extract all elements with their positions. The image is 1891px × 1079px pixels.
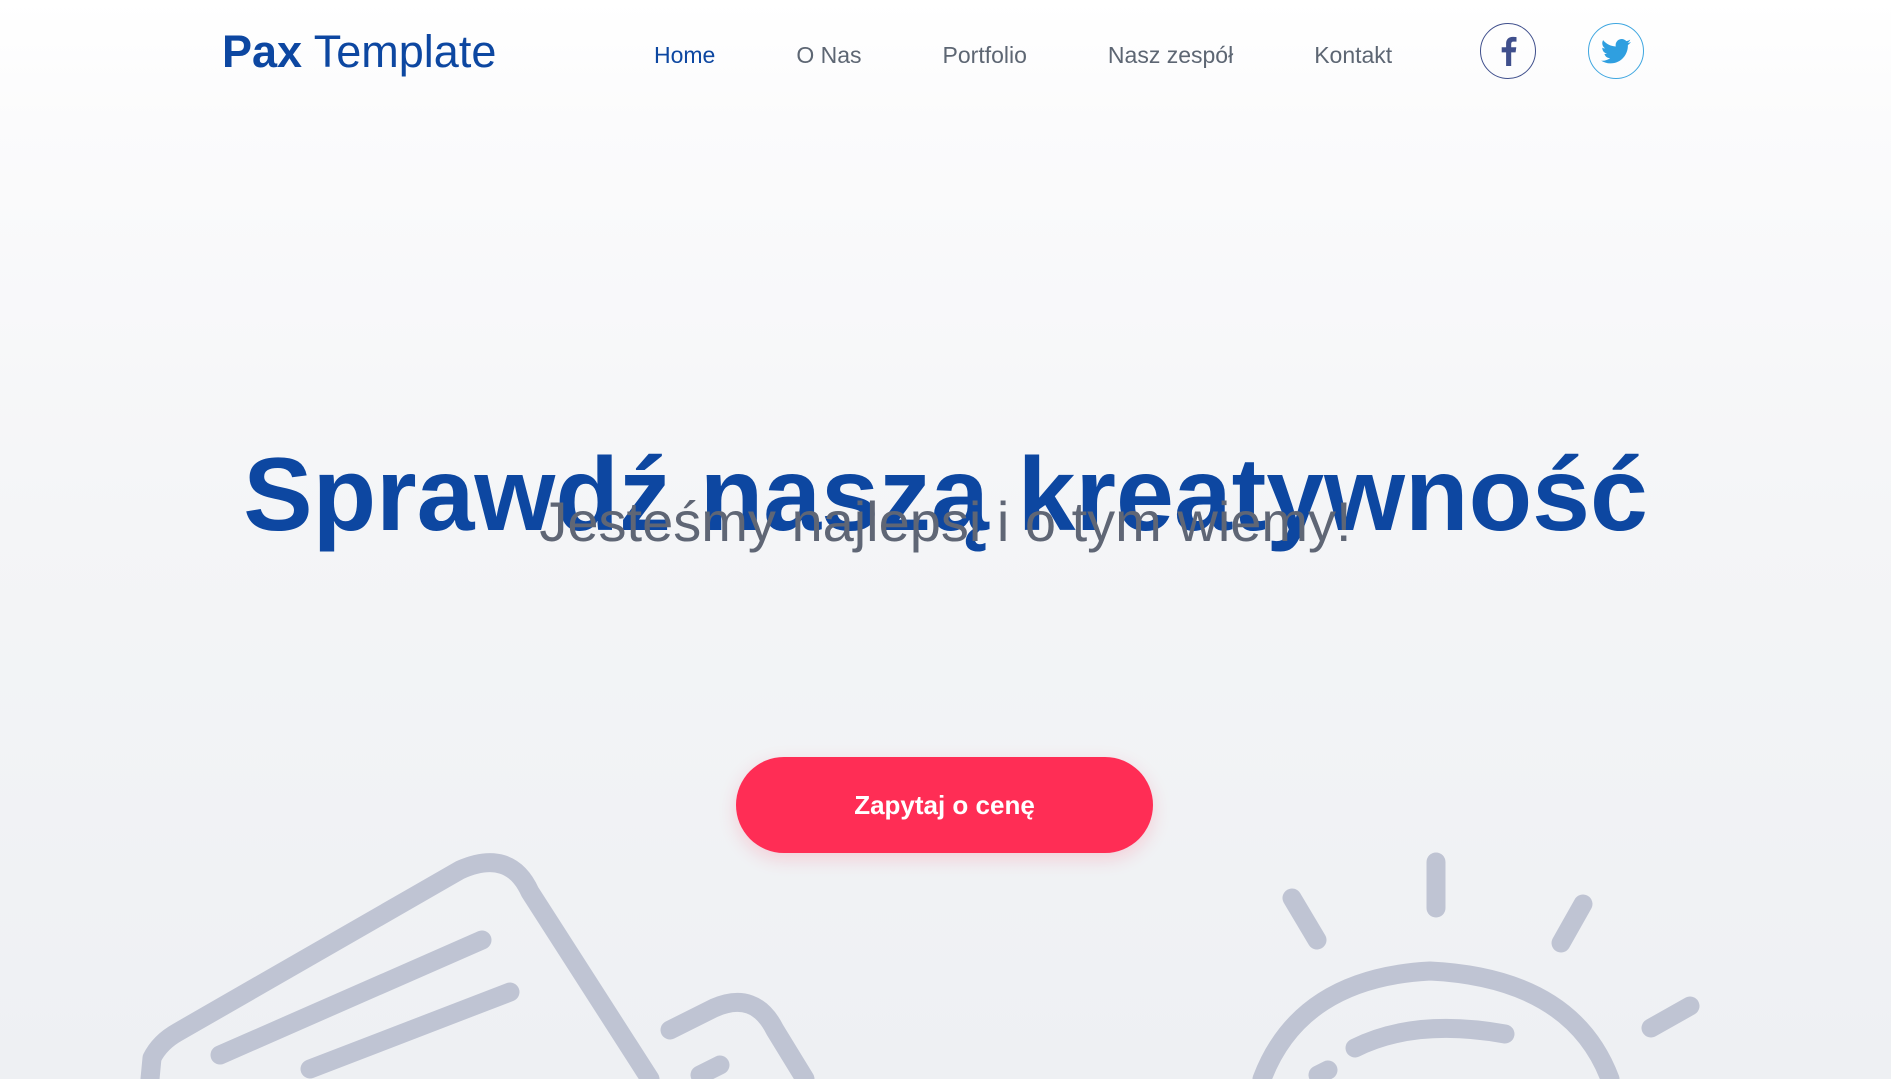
card-line-shape (210, 930, 492, 1065)
card-line-shape (300, 982, 520, 1079)
lightbulb-inner-shape (1345, 1018, 1515, 1058)
lightbulb-inner-shape (1308, 1060, 1338, 1079)
nav-item-portfolio[interactable]: Portfolio (943, 38, 1027, 72)
small-card-shape (660, 992, 815, 1079)
bulb-ray-shape (1641, 996, 1700, 1038)
facebook-button[interactable] (1480, 23, 1536, 79)
hero-subtitle: Jesteśmy najlepsi i o tym wiemy! (539, 490, 1352, 553)
nav-item-kontakt[interactable]: Kontakt (1314, 38, 1392, 72)
main-nav: Home O Nas Portfolio Nasz zespół Kontakt (654, 38, 1392, 72)
card-outline-shape (140, 853, 660, 1079)
nav-item-home[interactable]: Home (654, 38, 715, 72)
bulb-ray-shape (1551, 894, 1593, 953)
site-logo[interactable]: Pax Template (222, 26, 496, 78)
site-header: Pax Template Home O Nas Portfolio Nasz z… (0, 0, 1891, 105)
twitter-icon (1601, 38, 1631, 63)
small-card-line-shape (690, 1055, 730, 1079)
nav-item-nasz-zespol[interactable]: Nasz zespół (1108, 38, 1233, 72)
nav-item-o-nas[interactable]: O Nas (796, 38, 861, 72)
lightbulb-shape (1252, 961, 1620, 1079)
facebook-icon (1501, 36, 1517, 66)
logo-bold-text: Pax (222, 26, 303, 77)
bulb-ray-shape (1282, 888, 1327, 950)
ask-price-button[interactable]: Zapytaj o cenę (736, 757, 1153, 853)
logo-light-text: Template (302, 26, 497, 77)
twitter-button[interactable] (1588, 23, 1644, 79)
